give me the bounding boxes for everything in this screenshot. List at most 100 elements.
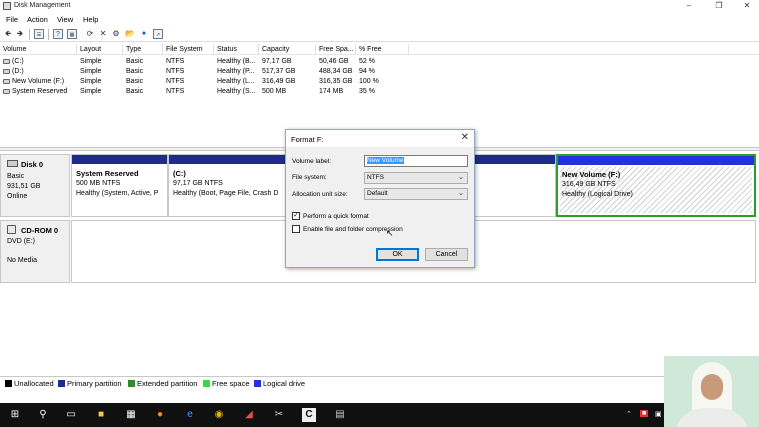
cell-volume: (C:) [3,57,77,67]
chevron-down-icon: ⌄ [458,190,464,197]
toolbar-separator [29,29,30,40]
start-icon[interactable]: ⊞ [8,408,22,422]
close-icon[interactable]: ✕ [737,0,757,12]
quick-format-checkbox[interactable]: ✓ [292,212,300,220]
table-row[interactable]: System Reserved Simple Basic NTFS Health… [0,87,759,97]
column-type[interactable]: Type [123,44,163,55]
mouse-cursor-icon: ↖ [386,228,394,238]
column-volume[interactable]: Volume [0,44,77,55]
maximize-icon[interactable]: ❐ [709,0,729,12]
chrome-icon[interactable]: ◉ [212,408,226,422]
column-free-space[interactable]: Free Spa... [316,44,356,55]
menu-bar: File Action View Help [0,13,759,26]
dialog-title-bar: Format F: ✕ [286,130,474,147]
legend-swatch-unallocated [5,380,12,387]
edge-icon[interactable]: e [183,408,197,422]
menu-file[interactable]: File [6,15,18,24]
column-capacity[interactable]: Capacity [259,44,316,55]
window-title: Disk Management [14,2,71,9]
cell-volume: (D:) [3,67,77,77]
settings-icon[interactable]: ⚙ [111,29,121,39]
logical-drive-bar [558,156,754,165]
tray-chevron-icon[interactable]: ⌃ [626,410,632,418]
partition-new-volume-f[interactable]: New Volume (F:) 316,49 GB NTFS Healthy (… [556,154,756,217]
drive-icon [3,68,10,74]
ok-button[interactable]: OK [376,248,419,261]
snipping-icon[interactable]: ✂ [272,408,286,422]
partition-system-reserved[interactable]: System Reserved 500 MB NTFS Healthy (Sys… [71,154,168,217]
disk-0-name: Disk 0 [21,160,44,169]
partition-size: 97,17 GB NTFS [173,180,223,187]
primary-partition-bar [72,155,167,164]
menu-action[interactable]: Action [27,15,48,24]
search-icon[interactable]: ⚲ [36,408,50,422]
paint-icon[interactable]: ◢ [242,408,256,422]
cell-status: Healthy (S... [217,88,256,95]
cell-layout: Simple [80,58,102,65]
back-icon[interactable]: 🡸 [3,29,13,39]
cell-percent-free: 94 % [359,68,375,75]
legend-swatch-free-space [203,380,210,387]
file-explorer-icon[interactable]: ■ [94,408,108,422]
partition-title: (C:) [173,169,186,178]
legend-free-space: Free space [212,379,250,388]
file-system-label: File system: [292,174,327,181]
disk-0-label[interactable]: Disk 0 Basic 931,51 GB Online [0,154,70,217]
partition-title: New Volume (F:) [562,170,621,179]
drive-icon [3,78,10,84]
export-icon[interactable]: ↗ [153,29,163,39]
table-row[interactable]: (D:) Simple Basic NTFS Healthy (P... 517… [0,67,759,77]
minimize-icon[interactable]: – [679,0,699,12]
menu-help[interactable]: Help [83,15,98,24]
volume-label-input[interactable]: New Volume [364,155,468,167]
close-icon[interactable]: ✕ [461,132,469,143]
column-file-system[interactable]: File System [163,44,214,55]
properties-icon[interactable]: ▦ [67,29,77,39]
wizard-icon[interactable]: ✦ [139,29,149,39]
compression-checkbox[interactable] [292,225,300,233]
cell-free-space: 316,35 GB [319,78,353,85]
cell-file-system: NTFS [166,78,185,85]
cell-free-space: 174 MB [319,88,344,95]
cell-status: Healthy (L... [217,78,255,85]
network-icon[interactable]: ▣ [655,410,662,418]
delete-icon[interactable]: ✕ [98,29,108,39]
column-layout[interactable]: Layout [77,44,123,55]
column-percent-free[interactable]: % Free [356,44,409,55]
partition-title: System Reserved [76,169,139,178]
task-view-icon[interactable]: ▭ [64,408,78,422]
menu-view[interactable]: View [57,15,73,24]
cell-percent-free: 100 % [359,78,379,85]
volume-label-label: Volume label: [292,158,332,165]
cell-capacity: 500 MB [262,88,287,95]
legend-swatch-primary [58,380,65,387]
presenter-face [701,374,723,400]
disk-management-icon[interactable]: ▤ [333,408,347,422]
allocation-unit-select[interactable]: Default ⌄ [364,188,468,200]
cell-capacity: 316,49 GB [262,78,296,85]
table-row[interactable]: (C:) Simple Basic NTFS Healthy (B... 97,… [0,57,759,67]
list-icon[interactable]: ☰ [34,29,44,39]
toolbar: 🡸 🡺 ☰ ? ▦ ⟳ ✕ ⚙ 📂 ✦ ↗ [0,27,759,42]
store-icon[interactable]: ▦ [124,408,138,422]
cdrom-0-name: CD-ROM 0 [21,226,59,235]
refresh-icon[interactable]: ⟳ [85,29,95,39]
firefox-icon[interactable]: ● [153,408,167,422]
tray-app-icon[interactable]: ■ [640,410,649,417]
cancel-button[interactable]: Cancel [425,248,468,261]
cdrom-0-label[interactable]: CD-ROM 0 DVD (E:) No Media [0,220,70,283]
camtasia-icon[interactable]: C [302,408,316,422]
disk-0-size: 931,51 GB [7,183,41,190]
cell-layout: Simple [80,88,102,95]
quick-format-label[interactable]: Perform a quick format [303,213,369,220]
help-icon[interactable]: ? [53,29,63,39]
legend-unallocated: Unallocated [14,379,54,388]
open-icon[interactable]: 📂 [125,29,135,39]
file-system-select[interactable]: NTFS ⌄ [364,172,468,184]
cell-type: Basic [126,58,144,65]
column-status[interactable]: Status [214,44,259,55]
cell-status: Healthy (B... [217,58,256,65]
toolbar-separator [48,29,49,40]
forward-icon[interactable]: 🡺 [15,29,25,39]
table-row[interactable]: New Volume (F:) Simple Basic NTFS Health… [0,77,759,87]
